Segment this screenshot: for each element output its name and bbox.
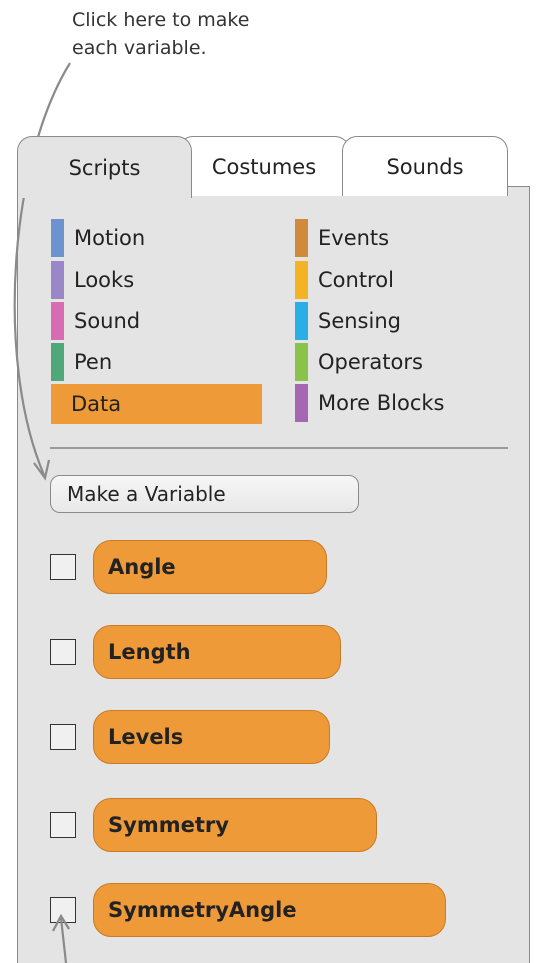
- callout-arrow-make-variable: [13, 62, 71, 476]
- tab-scripts[interactable]: Scripts: [17, 136, 192, 198]
- tab-sounds[interactable]: Sounds: [342, 136, 508, 196]
- stage: Click here to make each variable. Costum…: [0, 0, 540, 963]
- tab-costumes[interactable]: Costumes: [178, 136, 350, 196]
